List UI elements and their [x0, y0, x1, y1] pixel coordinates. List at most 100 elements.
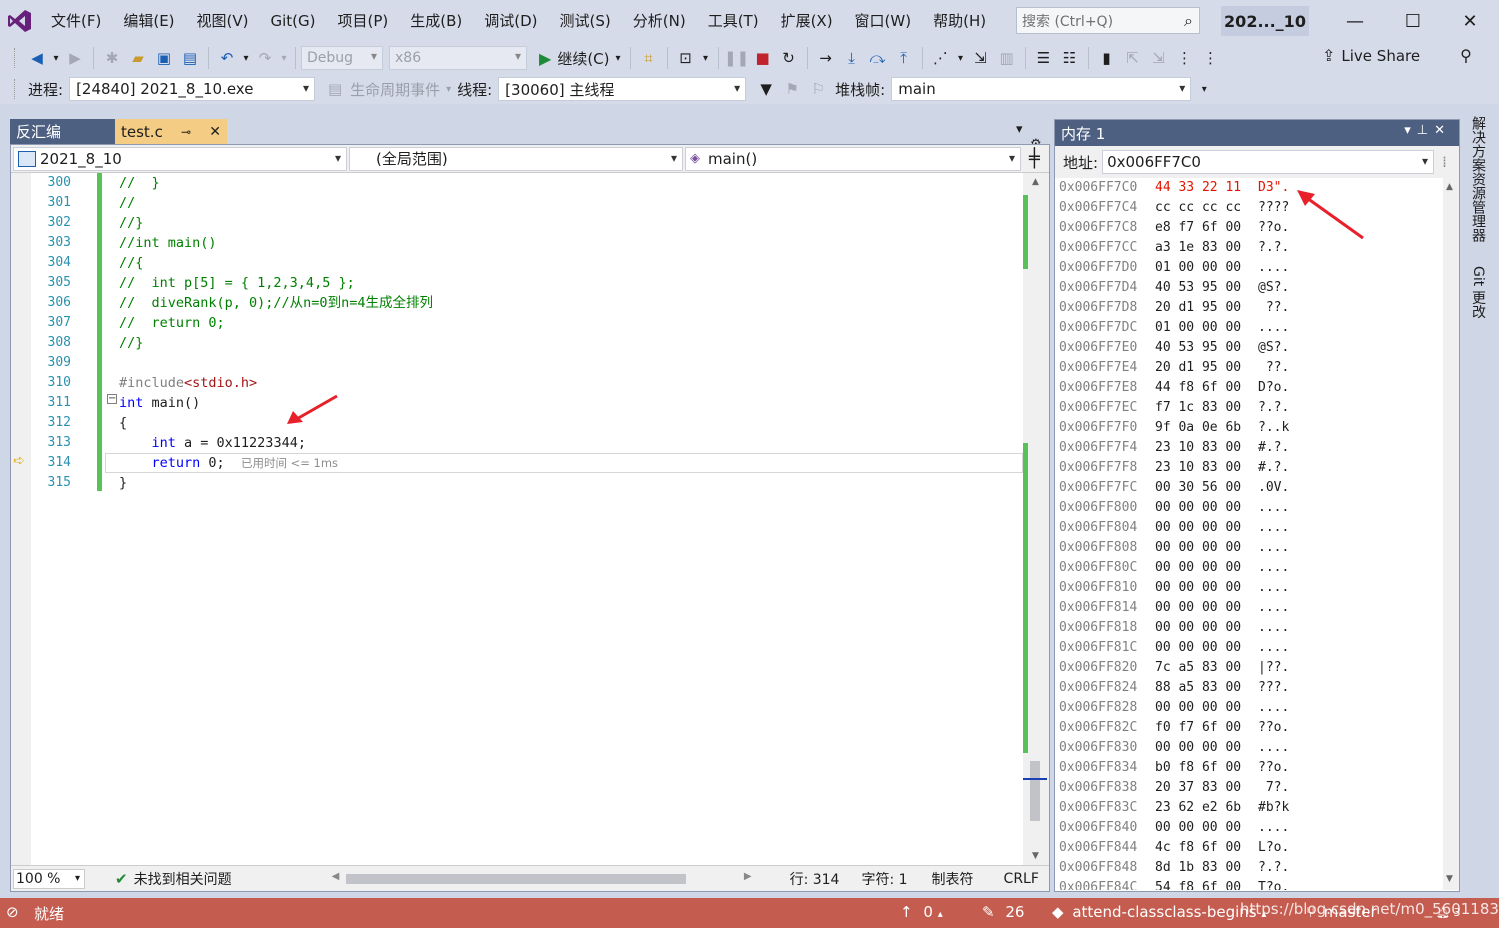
menu-item[interactable]: 生成(B)	[399, 0, 473, 42]
menu-item[interactable]: 工具(T)	[697, 0, 770, 42]
memory-rows[interactable]: 0x006FF7C0 44 33 22 11 D3". 0x006FF7C4 cc cc…	[1055, 178, 1445, 890]
toolbar-options-icon[interactable]: ⋮	[1199, 46, 1223, 70]
memory-row[interactable]: 0x006FF82C f0 f7 6f 00 ??o.	[1055, 718, 1445, 738]
menu-item[interactable]: 视图(V)	[186, 0, 260, 42]
new-project-icon[interactable]: ✱	[100, 46, 124, 70]
split-editor-icon[interactable]: ╪	[1029, 148, 1040, 169]
save-all-icon[interactable]: ▤	[178, 46, 202, 70]
memory-row[interactable]: 0x006FF7EC f7 1c 83 00?.?.	[1055, 398, 1445, 418]
tab-test-c[interactable]: test.c ⊸ ✕	[115, 119, 227, 144]
comment-out-icon[interactable]: ☰	[1032, 46, 1056, 70]
memory-row[interactable]: 0x006FF814 00 00 00 00....	[1055, 598, 1445, 618]
process-select[interactable]: [24840] 2021_8_10.exe	[69, 77, 316, 101]
scroll-up-icon[interactable]: ▲	[1446, 182, 1453, 192]
redo-icon[interactable]: ↷	[253, 46, 277, 70]
search-input[interactable]: 搜索 (Ctrl+Q) ⌕	[1016, 7, 1200, 34]
dropdown-icon[interactable]: ▾	[700, 46, 712, 70]
memory-window-title-bar[interactable]: 内存 1 ▾⊥✕	[1055, 120, 1459, 146]
filter-icon[interactable]: ▼	[754, 77, 778, 101]
thread-icon[interactable]: ⇲	[969, 46, 993, 70]
clear-bookmarks-icon[interactable]: ⋮	[1173, 46, 1197, 70]
memory-row[interactable]: 0x006FF800 00 00 00 00....	[1055, 498, 1445, 518]
perf-tip[interactable]: 已用时间 <= 1ms	[241, 456, 338, 470]
live-share-button[interactable]: ⇪ Live Share ⚲	[1322, 46, 1472, 65]
project-select[interactable]: 2021_8_10	[13, 146, 347, 171]
memory-row[interactable]: 0x006FF828 00 00 00 00....	[1055, 698, 1445, 718]
show-flagged-icon[interactable]: ⚐	[806, 77, 830, 101]
scroll-up-icon[interactable]: ▲	[1032, 177, 1039, 187]
restart-icon[interactable]: ↻	[777, 46, 801, 70]
platform-select[interactable]: x86	[389, 46, 527, 70]
zoom-select[interactable]: 100 % ▾	[13, 868, 85, 889]
scroll-right-icon[interactable]: ▶	[744, 871, 752, 882]
memory-vertical-scrollbar[interactable]: ▲ ▼	[1443, 178, 1459, 890]
scroll-left-icon[interactable]: ◀	[332, 871, 340, 882]
hot-reload-icon[interactable]: ⋰	[929, 46, 953, 70]
configuration-select[interactable]: Debug	[301, 46, 383, 70]
scroll-down-icon[interactable]: ▼	[1032, 851, 1039, 861]
dropdown-icon[interactable]: ▾	[955, 46, 967, 70]
back-dropdown-icon[interactable]: ▾	[51, 46, 61, 70]
find-in-files-icon[interactable]: ⌗	[637, 46, 661, 70]
flag-thread-icon[interactable]: ⚑	[780, 77, 804, 101]
menu-item[interactable]: 帮助(H)	[922, 0, 997, 42]
previous-bookmark-icon[interactable]: ⇱	[1121, 46, 1145, 70]
toolbar-grip[interactable]	[14, 48, 18, 68]
memory-row[interactable]: 0x006FF7D8 20 d1 95 00 ??.	[1055, 298, 1445, 318]
step-out-icon[interactable]: ⤒	[892, 46, 916, 70]
tab-disassembly[interactable]: 反汇编	[10, 119, 115, 144]
next-bookmark-icon[interactable]: ⇲	[1147, 46, 1171, 70]
memory-row[interactable]: 0x006FF7F8 23 10 83 00 #.?.	[1055, 458, 1445, 478]
tabs-indicator[interactable]: 制表符	[932, 869, 974, 889]
memory-row[interactable]: 0x006FF824 88 a5 83 00???.	[1055, 678, 1445, 698]
forward-navigate-icon[interactable]: ▶	[63, 46, 87, 70]
scroll-thumb[interactable]	[1030, 761, 1040, 821]
char-indicator[interactable]: 字符: 1	[861, 869, 907, 889]
memory-row[interactable]: 0x006FF838 20 37 83 00 7?.	[1055, 778, 1445, 798]
application-insights-icon[interactable]: ⊡	[674, 46, 698, 70]
memory-row[interactable]: 0x006FF84C 54 f8 6f 00 T?o.	[1055, 878, 1445, 890]
memory-row[interactable]: 0x006FF7CC a3 1e 83 00?.?.	[1055, 238, 1445, 258]
pause-icon[interactable]: ❚❚	[724, 46, 749, 70]
memory-row[interactable]: 0x006FF7E4 20 d1 95 00 ??.	[1055, 358, 1445, 378]
stop-debugging-icon[interactable]: ■	[751, 46, 775, 70]
memory-row[interactable]: 0x006FF7F0 9f 0a 0e 6b ?..k	[1055, 418, 1445, 438]
memory-row[interactable]: 0x006FF848 8d 1b 83 00?.?.	[1055, 858, 1445, 878]
close-window-button[interactable]: ✕	[1441, 0, 1499, 42]
push-status[interactable]: ↑ 0 ▴	[900, 903, 943, 921]
memory-row[interactable]: 0x006FF844 4c f8 6f 00 L?o.	[1055, 838, 1445, 858]
memory-row[interactable]: 0x006FF7C8 e8 f7 6f 00 ??o.	[1055, 218, 1445, 238]
glyph-margin[interactable]	[11, 173, 31, 865]
step-into-icon[interactable]: ⤓	[840, 46, 864, 70]
memory-row[interactable]: 0x006FF7C4 cc cc cc cc????	[1055, 198, 1445, 218]
memory-row[interactable]: 0x006FF804 00 00 00 00....	[1055, 518, 1445, 538]
toolbar-options-icon[interactable]: ▾	[1192, 77, 1216, 101]
eol-indicator[interactable]: CRLF	[1004, 871, 1039, 887]
menu-item[interactable]: 调试(D)	[473, 0, 548, 42]
back-navigate-icon[interactable]: ◀	[25, 46, 49, 70]
memory-row[interactable]: 0x006FF840 00 00 00 00....	[1055, 818, 1445, 838]
menu-item[interactable]: Git(G)	[260, 0, 327, 42]
memory-row[interactable]: 0x006FF808 00 00 00 00....	[1055, 538, 1445, 558]
memory-row[interactable]: 0x006FF7D0 01 00 00 00....	[1055, 258, 1445, 278]
undo-icon[interactable]: ↶	[215, 46, 239, 70]
line-indicator[interactable]: 行: 314	[790, 869, 840, 889]
menu-item[interactable]: 扩展(X)	[770, 0, 844, 42]
memory-row[interactable]: 0x006FF830 00 00 00 00....	[1055, 738, 1445, 758]
address-input[interactable]: 0x006FF7C0	[1102, 150, 1435, 174]
visual-studio-logo-icon[interactable]	[0, 0, 40, 42]
maximize-button[interactable]: ☐	[1384, 0, 1442, 42]
step-over-icon[interactable]: ⤼	[866, 46, 890, 70]
memory-row[interactable]: 0x006FF810 00 00 00 00....	[1055, 578, 1445, 598]
memory-row[interactable]: 0x006FF7C0 44 33 22 11 D3".	[1055, 178, 1445, 198]
stack-frame-select[interactable]: main	[891, 77, 1192, 101]
bookmark-icon[interactable]: ▮	[1095, 46, 1119, 70]
scroll-thumb[interactable]	[345, 873, 686, 884]
thread-select[interactable]: [30060] 主线程	[498, 77, 747, 101]
save-icon[interactable]: ▣	[152, 46, 176, 70]
menu-item[interactable]: 分析(N)	[622, 0, 697, 42]
memory-row[interactable]: 0x006FF80C 00 00 00 00....	[1055, 558, 1445, 578]
repository-status[interactable]: ◆ attend-classclass-begins ▴	[1052, 903, 1266, 921]
memory-row[interactable]: 0x006FF7E8 44 f8 6f 00 D?o.	[1055, 378, 1445, 398]
pending-changes-status[interactable]: ✎ 26	[982, 903, 1024, 921]
